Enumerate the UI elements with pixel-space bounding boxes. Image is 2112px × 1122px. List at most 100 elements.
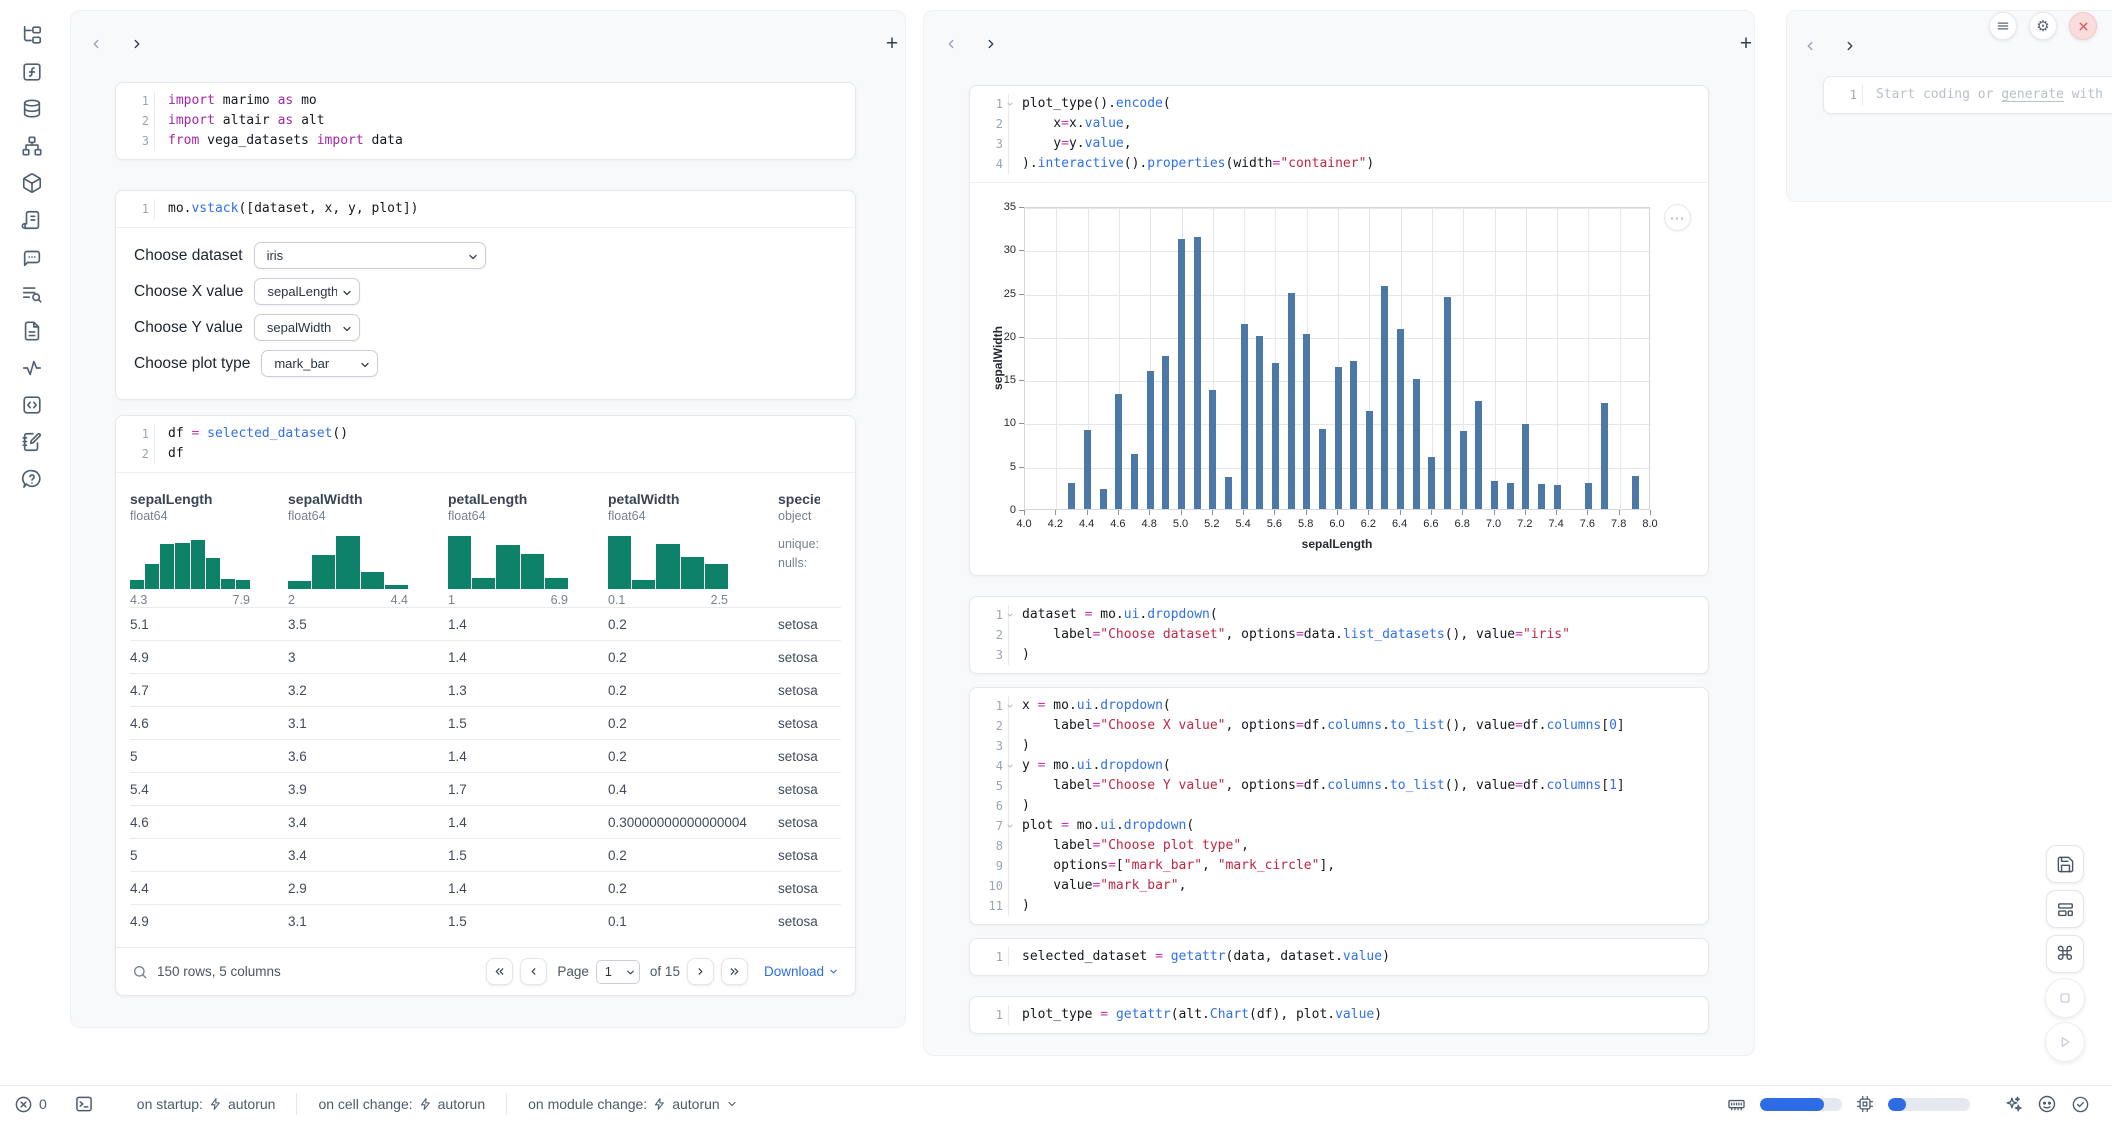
text-search-icon[interactable] [14, 275, 51, 312]
code-text: ).interactive().properties(width="contai… [1008, 154, 1374, 174]
chat-bot-icon[interactable] [14, 238, 51, 275]
code-placeholder[interactable]: Start coding or generate with [1862, 85, 2103, 105]
collapse-left-icon[interactable] [1799, 35, 1821, 57]
error-indicator[interactable]: 0 [14, 1095, 47, 1114]
run-button[interactable] [2045, 1022, 2085, 1062]
add-cell-button[interactable]: + [879, 31, 905, 57]
dropdown-label: Choose Y value [134, 319, 243, 337]
table-row[interactable]: 4.63.41.40.30000000000000004setosa [130, 805, 841, 838]
help-icon[interactable] [14, 460, 51, 497]
expand-right-icon[interactable] [126, 33, 148, 55]
table-row[interactable]: 53.41.50.2setosa [130, 838, 841, 871]
chart-bar [1460, 431, 1467, 509]
dropdown[interactable]: sepalLength [254, 278, 360, 305]
collapse-left-icon[interactable] [940, 33, 962, 55]
first-page-button[interactable] [486, 958, 513, 985]
table-row[interactable]: 4.931.40.2setosa [130, 640, 841, 673]
vstack-output: Choose datasetirisChoose X valuesepalLen… [116, 228, 855, 399]
cell-vstack[interactable]: 1mo.vstack([dataset, x, y, plot]) Choose… [115, 190, 856, 400]
table-column-header[interactable]: sepalWidthfloat6424.4 [288, 485, 448, 607]
code-editor[interactable]: 1 Start coding or generate with [1824, 77, 2112, 113]
table-row[interactable]: 4.63.11.50.2setosa [130, 706, 841, 739]
code-editor[interactable]: 1df = selected_dataset()2df [116, 416, 855, 473]
table-row[interactable]: 4.42.91.40.2setosa [130, 871, 841, 904]
cell-imports[interactable]: 1import marimo as mo2import altair as al… [115, 82, 856, 160]
snippets-icon[interactable] [14, 386, 51, 423]
cell-selected-dataset[interactable]: 1selected_dataset = getattr(data, datase… [969, 938, 1709, 976]
prev-page-button[interactable] [520, 958, 547, 985]
add-cell-button[interactable]: + [1733, 31, 1759, 57]
code-editor[interactable]: 1x = mo.ui.dropdown(2 label="Choose X va… [970, 688, 1708, 924]
table-row[interactable]: 5.13.51.40.2setosa [130, 607, 841, 640]
dropdown[interactable]: iris [254, 242, 486, 269]
table-body: 5.13.51.40.2setosa4.931.40.2setosa4.73.2… [130, 607, 841, 937]
next-page-button[interactable] [687, 958, 714, 985]
connected-icon[interactable] [2071, 1095, 2090, 1114]
table-row[interactable]: 4.73.21.30.2setosa [130, 673, 841, 706]
search-icon[interactable] [132, 964, 148, 980]
dropdown[interactable]: mark_bar [261, 350, 378, 377]
x-tick-label: 7.4 [1539, 518, 1573, 530]
last-page-button[interactable] [721, 958, 748, 985]
code-editor[interactable]: 1mo.vstack([dataset, x, y, plot]) [116, 191, 855, 228]
database-icon[interactable] [14, 90, 51, 127]
on-cell-change-setting[interactable]: on cell change: autorun [318, 1096, 485, 1112]
code-editor[interactable]: 1dataset = mo.ui.dropdown(2 label="Choos… [970, 597, 1708, 673]
cell-plot-type[interactable]: 1plot_type = getattr(alt.Chart(df), plot… [969, 996, 1709, 1034]
document-icon[interactable] [14, 312, 51, 349]
dropdown[interactable]: sepalWidth [254, 314, 360, 341]
save-button[interactable] [2046, 845, 2084, 883]
settings-button[interactable]: ⚙ [2029, 12, 2057, 40]
dropdown-select[interactable]: sepalLength [254, 278, 360, 305]
expand-right-icon[interactable] [1839, 35, 1861, 57]
cell-new-empty[interactable]: 1 Start coding or generate with [1823, 76, 2112, 114]
chart-options-icon[interactable]: ⋯ [1664, 204, 1691, 231]
code-line: 3) [970, 645, 1708, 665]
table-row[interactable]: 4.93.11.50.1setosa [130, 904, 841, 937]
shortcuts-button[interactable]: ⌘ [2046, 935, 2084, 973]
code-editor[interactable]: 1plot_type().encode(2 x=x.value,3 y=y.va… [970, 86, 1708, 183]
code-editor[interactable]: 1selected_dataset = getattr(data, datase… [970, 939, 1708, 975]
assistant-icon[interactable] [2037, 1094, 2057, 1114]
on-module-change-setting[interactable]: on module change: autorun [528, 1096, 738, 1112]
dependency-graph-icon[interactable] [14, 127, 51, 164]
code-editor[interactable]: 1import marimo as mo2import altair as al… [116, 83, 855, 159]
package-icon[interactable] [14, 164, 51, 201]
page-select-input[interactable]: 1 [596, 960, 640, 984]
table-row[interactable]: 5.43.91.70.4setosa [130, 772, 841, 805]
function-square-icon[interactable] [14, 53, 51, 90]
terminal-button[interactable] [74, 1094, 94, 1114]
dropdown-select[interactable]: iris [254, 242, 486, 269]
code-editor[interactable]: 1plot_type = getattr(alt.Chart(df), plot… [970, 997, 1708, 1033]
collapse-left-icon[interactable] [85, 33, 107, 55]
table-column-header[interactable]: sepalLengthfloat644.37.9 [130, 485, 288, 607]
altair-chart[interactable]: ⋯ 051015202530354.04.24.44.64.85.05.25.4… [970, 183, 1708, 575]
stop-button[interactable] [2045, 978, 2085, 1018]
layout-button[interactable] [2046, 890, 2084, 928]
cell-chart[interactable]: 1plot_type().encode(2 x=x.value,3 y=y.va… [969, 85, 1709, 576]
close-button[interactable] [2069, 12, 2097, 40]
table-row[interactable]: 53.61.40.2setosa [130, 739, 841, 772]
table-column-header[interactable]: petalWidthfloat640.12.5 [608, 485, 778, 607]
cell-xy-plot-dropdowns[interactable]: 1x = mo.ui.dropdown(2 label="Choose X va… [969, 687, 1709, 925]
table-cell: 3.2 [288, 683, 448, 698]
menu-button[interactable] [1989, 12, 2017, 40]
dropdown-select[interactable]: sepalWidth [254, 314, 360, 341]
page-select[interactable]: 1 [596, 960, 640, 984]
expand-right-icon[interactable] [980, 33, 1002, 55]
dropdown-select[interactable]: mark_bar [261, 350, 378, 377]
table-column-header[interactable]: speciesobjectunique:nulls: [778, 485, 820, 607]
generate-link[interactable]: generate [2001, 87, 2064, 102]
on-startup-setting[interactable]: on startup: autorun [137, 1096, 276, 1112]
column-type: float64 [288, 507, 448, 523]
activity-icon[interactable] [14, 349, 51, 386]
download-button[interactable]: Download [764, 964, 839, 979]
scroll-icon[interactable] [14, 201, 51, 238]
ai-sparkles-icon[interactable] [2004, 1095, 2023, 1114]
cell-dataframe[interactable]: 1df = selected_dataset()2df sepalLengthf… [115, 415, 856, 996]
cell-dataset-dropdown[interactable]: 1dataset = mo.ui.dropdown(2 label="Choos… [969, 596, 1709, 674]
file-tree-icon[interactable] [14, 16, 51, 53]
table-column-header[interactable]: petalLengthfloat6416.9 [448, 485, 608, 607]
scratchpad-icon[interactable] [14, 423, 51, 460]
code-line: 1x = mo.ui.dropdown( [970, 696, 1708, 716]
